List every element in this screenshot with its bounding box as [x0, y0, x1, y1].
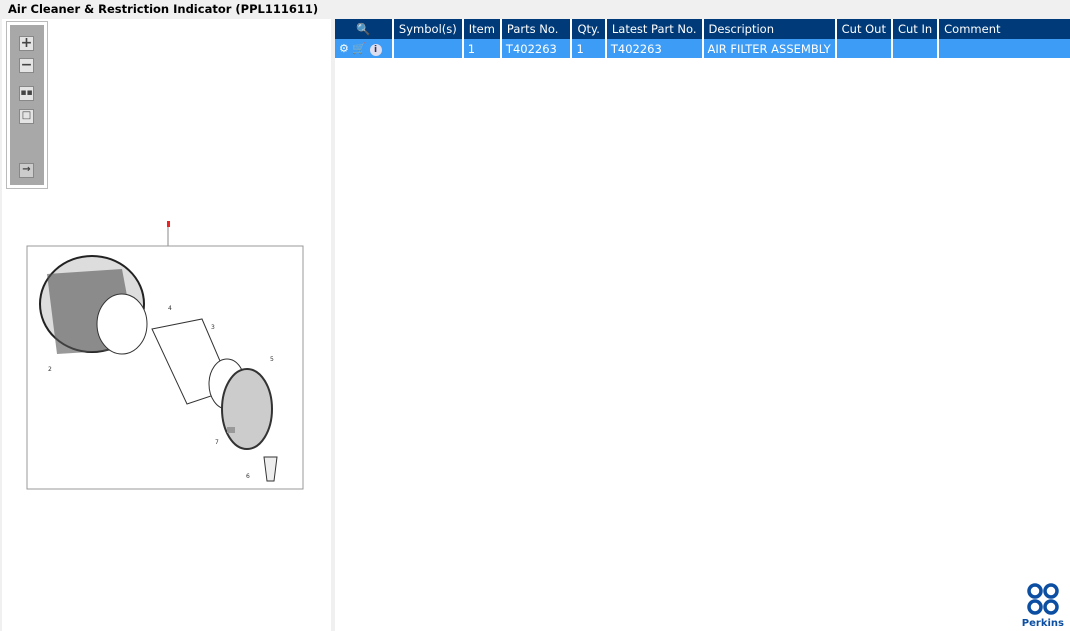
callout-4[interactable]: 4 [168, 305, 172, 312]
col-parts-no[interactable]: Parts No. [500, 19, 573, 39]
callout-2[interactable]: 2 [48, 366, 52, 373]
parts-list-panel: 🔍 Symbol(s) Item Parts No. Qty. Latest P… [335, 19, 1070, 631]
col-latest-part-no[interactable]: Latest Part No. [605, 19, 704, 39]
cell-item: 1 [462, 39, 502, 58]
logo-text: Perkins [1021, 618, 1064, 629]
col-cut-out[interactable]: Cut Out [835, 19, 893, 39]
cell-description: AIR FILTER ASSEMBLY [702, 39, 837, 58]
search-icon[interactable]: 🔍 [335, 19, 394, 39]
diagram-panel: + − ▪▪ □ → 2 3 4 5 6 7 [2, 19, 331, 631]
cell-parts-no: T402263 [500, 39, 573, 58]
callout-marker[interactable] [167, 221, 170, 227]
settings-icon[interactable]: ⚙ [339, 42, 349, 55]
table-row[interactable]: ⚙ 🛒 i 1 T402263 1 T402263 AIR FILTER ASS… [335, 39, 1070, 58]
col-item[interactable]: Item [462, 19, 502, 39]
window-title: Air Cleaner & Restriction Indicator (PPL… [8, 2, 319, 16]
parts-table: 🔍 Symbol(s) Item Parts No. Qty. Latest P… [335, 19, 1070, 58]
cell-cut-out [835, 39, 893, 58]
callout-7[interactable]: 7 [215, 439, 219, 446]
table-header: 🔍 Symbol(s) Item Parts No. Qty. Latest P… [335, 19, 1070, 39]
col-qty[interactable]: Qty. [571, 19, 607, 39]
callout-5[interactable]: 5 [270, 356, 274, 363]
col-description[interactable]: Description [702, 19, 837, 39]
cell-symbols [392, 39, 464, 58]
callout-3[interactable]: 3 [211, 324, 215, 331]
info-icon[interactable]: i [369, 43, 382, 56]
cell-qty: 1 [571, 39, 607, 58]
col-cut-in[interactable]: Cut In [891, 19, 940, 39]
col-symbols[interactable]: Symbol(s) [392, 19, 464, 39]
cell-latest-part-no: T402263 [605, 39, 704, 58]
perkins-logo: Perkins [1022, 583, 1064, 629]
cart-icon[interactable]: 🛒 [352, 42, 366, 55]
parts-diagram[interactable]: 2 3 4 5 6 7 [2, 19, 331, 631]
col-comment[interactable]: Comment [938, 19, 1070, 39]
cell-cut-in [891, 39, 940, 58]
cell-comment [938, 39, 1070, 58]
callout-6[interactable]: 6 [246, 473, 250, 480]
